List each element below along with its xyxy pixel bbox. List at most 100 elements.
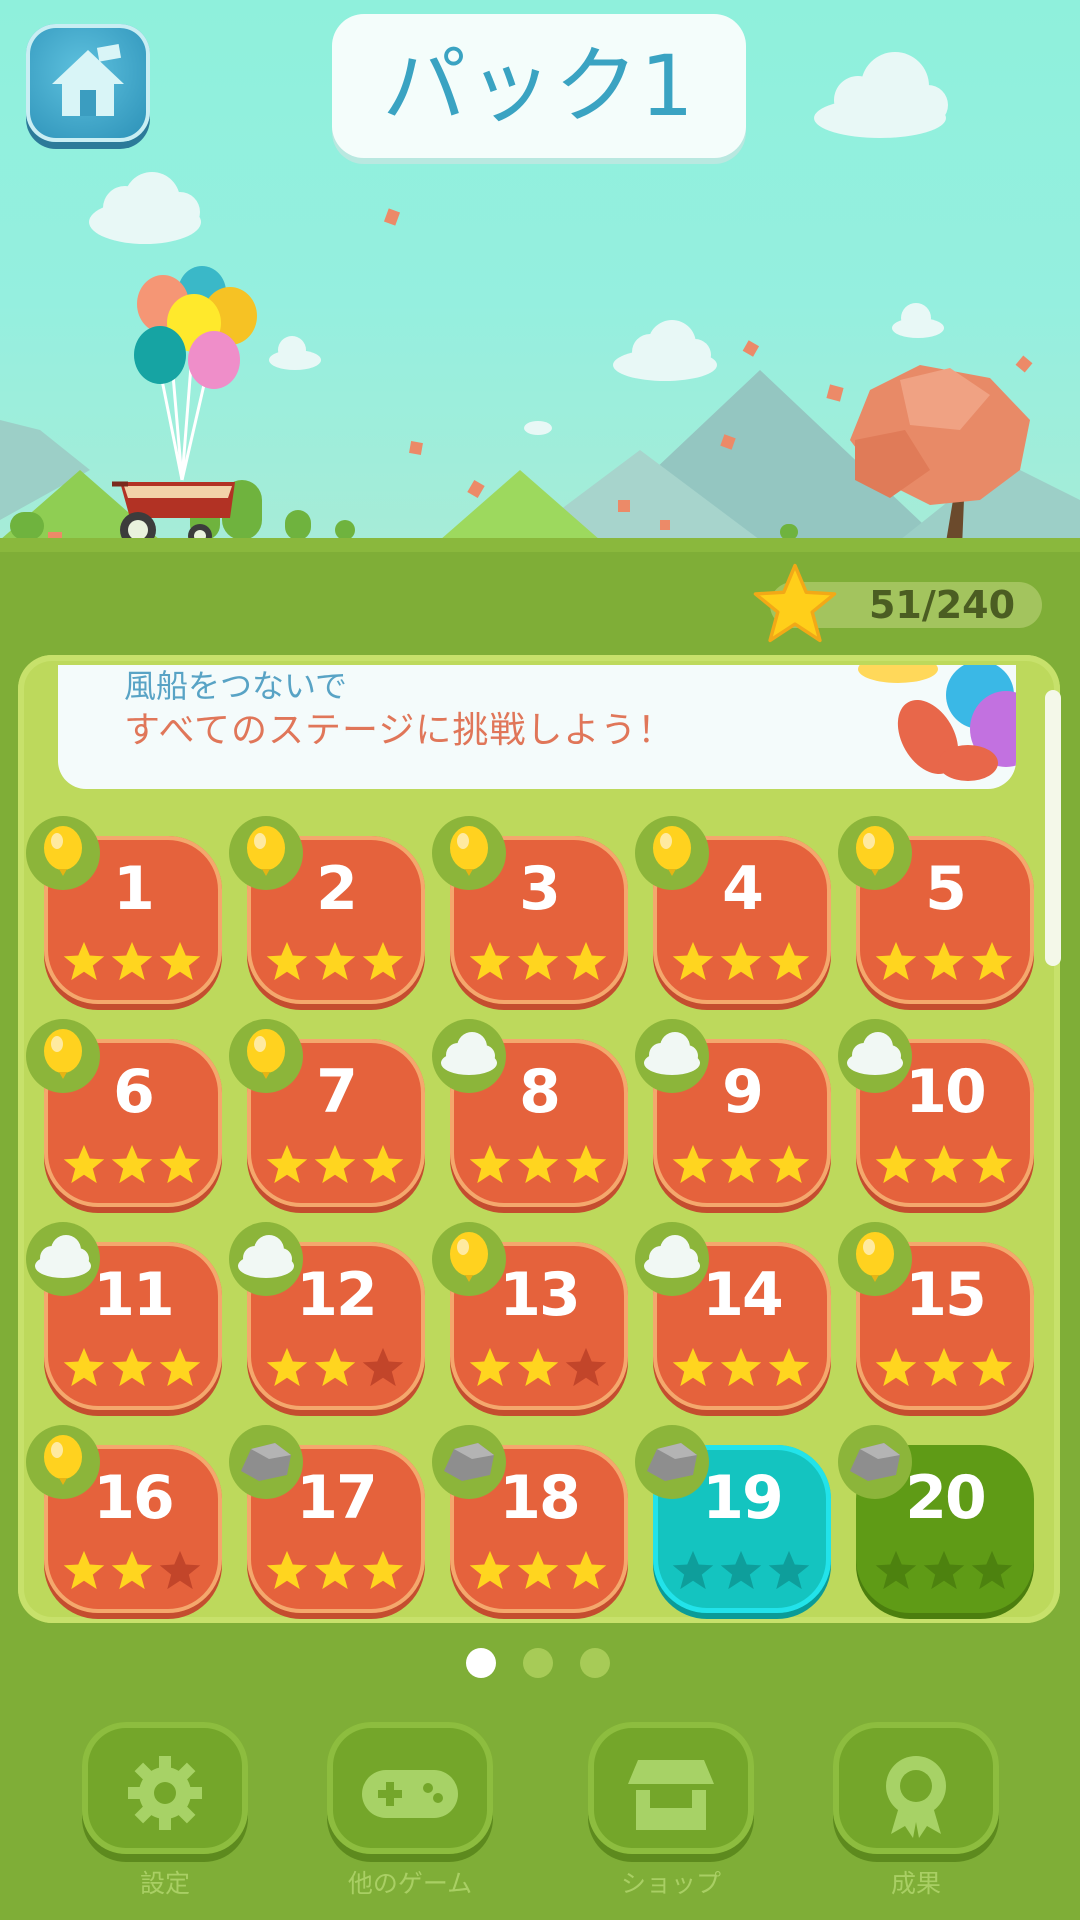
star-filled-icon — [266, 1144, 308, 1184]
level-badge — [229, 1425, 303, 1499]
star-filled-icon — [768, 1347, 810, 1387]
balloon-icon — [44, 1029, 82, 1079]
balloon-icon — [856, 826, 894, 876]
star-empty-icon — [923, 1550, 965, 1590]
nav-button-gamepad[interactable] — [327, 1722, 493, 1854]
star-filled-icon — [565, 941, 607, 981]
level-badge — [26, 1425, 100, 1499]
cloud-icon — [644, 1032, 700, 1075]
star-empty-icon — [720, 1550, 762, 1590]
pack-title: パック1 — [382, 37, 696, 135]
star-filled-icon — [517, 941, 559, 981]
cloud-icon — [238, 1235, 294, 1278]
star-filled-icon — [266, 1550, 308, 1590]
star-filled-icon — [63, 941, 105, 981]
star-filled-icon — [63, 1550, 105, 1590]
level-stars — [468, 1143, 610, 1187]
star-filled-icon — [672, 941, 714, 981]
level-badge — [432, 1425, 506, 1499]
cloud-icon — [847, 1032, 903, 1075]
nav-label: ショップ — [620, 1869, 721, 1898]
level-badge — [229, 1222, 303, 1296]
level-badge — [635, 816, 709, 890]
scrollbar[interactable] — [1045, 690, 1061, 966]
level-stars — [874, 1549, 1016, 1593]
star-filled-icon — [720, 1347, 762, 1387]
nav-button-gear[interactable] — [82, 1722, 248, 1854]
star-filled-icon — [517, 1347, 559, 1387]
star-empty-icon — [565, 1347, 607, 1387]
star-filled-icon — [314, 1144, 356, 1184]
star-filled-icon — [469, 1144, 511, 1184]
home-button[interactable] — [26, 24, 150, 142]
star-filled-icon — [875, 1144, 917, 1184]
star-filled-icon — [565, 1550, 607, 1590]
level-badge — [26, 1019, 100, 1093]
star-filled-icon — [971, 1347, 1013, 1387]
star-filled-icon — [720, 1144, 762, 1184]
star-empty-icon — [362, 1347, 404, 1387]
level-stars — [62, 1549, 204, 1593]
balloon-icon — [44, 826, 82, 876]
star-filled-icon — [362, 1144, 404, 1184]
level-stars — [874, 1346, 1016, 1390]
level-stars — [468, 1549, 610, 1593]
rock-icon — [241, 1443, 291, 1481]
star-filled-icon — [517, 1144, 559, 1184]
page-dot[interactable] — [466, 1648, 496, 1678]
nav-button-award[interactable] — [833, 1722, 999, 1854]
level-stars — [874, 940, 1016, 984]
ground-strip — [0, 538, 1080, 552]
info-line-2: すべてのステージに挑戦しよう！ — [124, 710, 675, 751]
level-stars — [671, 1549, 813, 1593]
gear-icon — [128, 1756, 202, 1830]
star-filled-icon — [469, 1347, 511, 1387]
star-empty-icon — [971, 1550, 1013, 1590]
level-badge — [838, 1222, 912, 1296]
star-icon — [753, 563, 837, 643]
level-badge — [432, 1222, 506, 1296]
level-badge — [635, 1019, 709, 1093]
level-badge — [432, 816, 506, 890]
level-stars — [874, 1143, 1016, 1187]
star-filled-icon — [672, 1144, 714, 1184]
star-filled-icon — [159, 1347, 201, 1387]
star-filled-icon — [159, 941, 201, 981]
star-filled-icon — [111, 1144, 153, 1184]
level-stars — [62, 1346, 204, 1390]
star-filled-icon — [672, 1347, 714, 1387]
level-stars — [468, 1346, 610, 1390]
nav-label: 成果 — [890, 1869, 941, 1898]
star-empty-icon — [768, 1550, 810, 1590]
page-dot[interactable] — [580, 1648, 610, 1678]
star-filled-icon — [111, 941, 153, 981]
star-filled-icon — [875, 941, 917, 981]
level-badge — [635, 1222, 709, 1296]
balloon-icon — [247, 826, 285, 876]
level-stars — [468, 940, 610, 984]
balloon-icon — [247, 1029, 285, 1079]
level-stars — [265, 1143, 407, 1187]
nav-button-shop[interactable] — [588, 1722, 754, 1854]
level-badge — [26, 816, 100, 890]
info-banner: 風船をつないで すべてのステージに挑戦しよう！ — [58, 665, 1016, 789]
star-filled-icon — [875, 1347, 917, 1387]
star-filled-icon — [923, 941, 965, 981]
star-filled-icon — [923, 1144, 965, 1184]
level-badge — [26, 1222, 100, 1296]
star-filled-icon — [314, 1550, 356, 1590]
level-stars — [671, 1143, 813, 1187]
star-filled-icon — [768, 941, 810, 981]
balloon-icon — [653, 826, 691, 876]
level-badge — [432, 1019, 506, 1093]
level-stars — [671, 1346, 813, 1390]
level-badge — [229, 1019, 303, 1093]
star-filled-icon — [63, 1144, 105, 1184]
star-filled-icon — [266, 941, 308, 981]
page-dot[interactable] — [523, 1648, 553, 1678]
rock-icon — [850, 1443, 900, 1481]
star-filled-icon — [362, 941, 404, 981]
balloon-icon — [44, 1435, 82, 1485]
cloud-icon — [644, 1235, 700, 1278]
level-badge — [635, 1425, 709, 1499]
